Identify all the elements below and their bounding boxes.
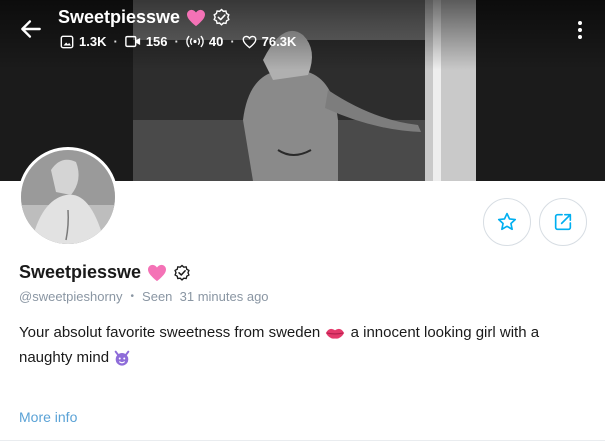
streams-stat: 40	[186, 34, 223, 49]
share-button[interactable]	[539, 198, 587, 246]
videos-stat: 156	[124, 34, 168, 49]
lips-emoji-icon	[326, 328, 345, 339]
profile-name-row: Sweetpiesswe	[19, 262, 191, 283]
star-icon	[497, 212, 517, 231]
more-info-link[interactable]: More info	[19, 409, 77, 425]
last-seen: Seen 31 minutes ago	[142, 289, 269, 304]
bio-line-1: Your absolut favorite sweetness from swe…	[19, 324, 321, 341]
profile-bio: Your absolut favorite sweetness from swe…	[19, 320, 589, 370]
bio-line-1-end: a innocent looking girl with a	[346, 324, 540, 341]
back-button[interactable]	[18, 16, 44, 42]
stat-separator: ·	[174, 34, 179, 49]
header-stats: 1.3K · 156 · 40 · 76.3K	[60, 34, 296, 49]
more-vertical-icon	[578, 21, 582, 25]
image-icon	[60, 35, 74, 48]
avatar[interactable]	[18, 147, 118, 247]
devil-emoji-icon	[114, 350, 130, 366]
arrow-left-icon	[21, 20, 41, 38]
more-options-button[interactable]	[570, 18, 590, 42]
header-display-name: Sweetpiesswe	[58, 7, 181, 27]
bio-line-2: naughty mind	[19, 349, 110, 366]
verified-badge-icon	[174, 264, 190, 281]
header-name-row: Sweetpiesswe	[58, 7, 231, 28]
stat-separator: ·	[230, 34, 235, 49]
likes-count: 76.3K	[261, 34, 297, 49]
profile-display-name: Sweetpiesswe	[19, 262, 142, 282]
heart-outline-icon	[242, 35, 257, 48]
videos-count: 156	[145, 34, 168, 49]
handle-separator: •	[130, 291, 135, 302]
section-divider	[0, 440, 605, 441]
handle-row: @sweetpieshorny • Seen 31 minutes ago	[19, 289, 269, 304]
profile-handle: @sweetpieshorny	[19, 289, 123, 304]
heart-emoji-icon	[187, 9, 206, 26]
favorite-button[interactable]	[483, 198, 531, 246]
share-icon	[554, 213, 572, 231]
video-icon	[124, 35, 140, 48]
verified-badge-icon	[213, 8, 230, 26]
likes-stat: 76.3K	[242, 34, 297, 49]
stat-separator: ·	[113, 34, 118, 49]
streams-count: 40	[208, 34, 224, 49]
photos-stat: 1.3K	[60, 34, 106, 49]
heart-emoji-icon	[148, 264, 167, 281]
photos-count: 1.3K	[79, 34, 107, 49]
broadcast-icon	[186, 35, 204, 48]
